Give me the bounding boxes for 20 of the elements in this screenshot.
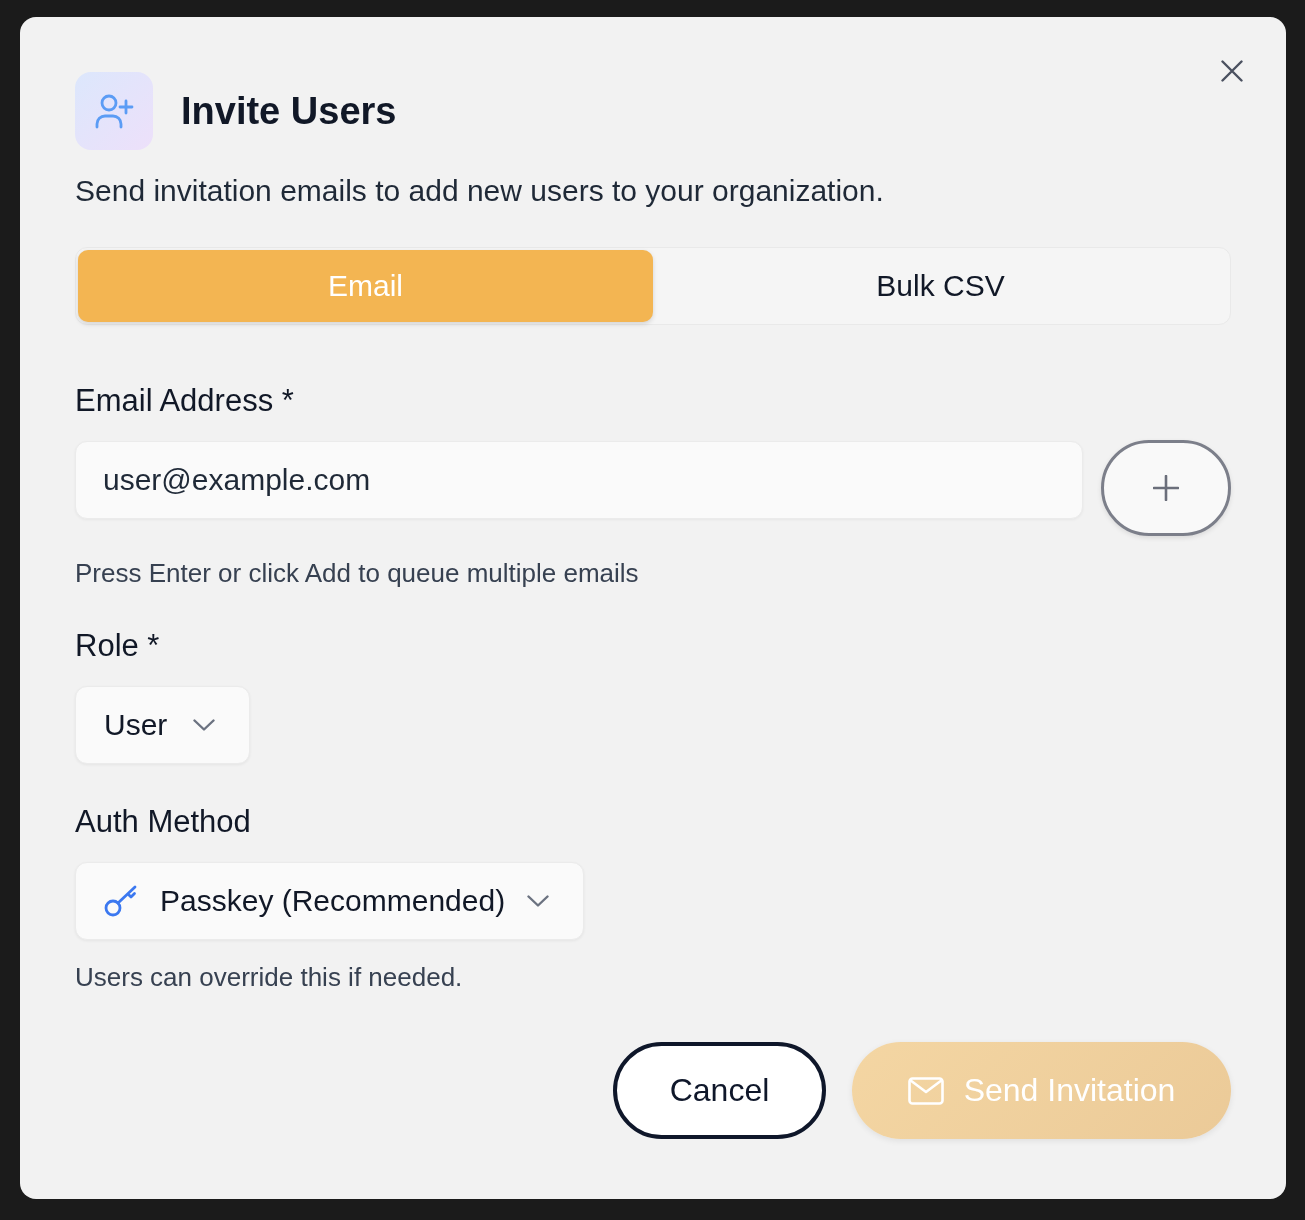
chevron-down-icon — [193, 719, 216, 731]
user-plus-icon — [75, 72, 153, 150]
close-icon — [1221, 60, 1243, 82]
dialog-description: Send invitation emails to add new users to your organization. — [75, 173, 884, 209]
cancel-button[interactable]: Cancel — [613, 1042, 826, 1139]
plus-icon — [1153, 475, 1179, 501]
tab[interactable]: Bulk CSV — [653, 250, 1228, 322]
auth-method-select[interactable]: Passkey (Recommended) — [75, 862, 585, 940]
field-label: Email Address * — [75, 383, 294, 419]
mail-icon — [907, 1076, 944, 1105]
dialog-title: Invite Users — [181, 89, 397, 134]
field-label: Auth Method — [75, 804, 251, 840]
chevron-down-icon — [527, 895, 550, 907]
helper-text: Users can override this if needed. — [75, 962, 463, 992]
role-select[interactable]: User — [75, 686, 251, 764]
field-label: Role * — [75, 628, 160, 664]
key-icon — [104, 885, 138, 917]
email-input[interactable]: user@example.com — [75, 441, 1083, 519]
helper-text: Press Enter or click Add to queue multiple emails — [75, 558, 639, 588]
close-button[interactable] — [1221, 60, 1243, 82]
